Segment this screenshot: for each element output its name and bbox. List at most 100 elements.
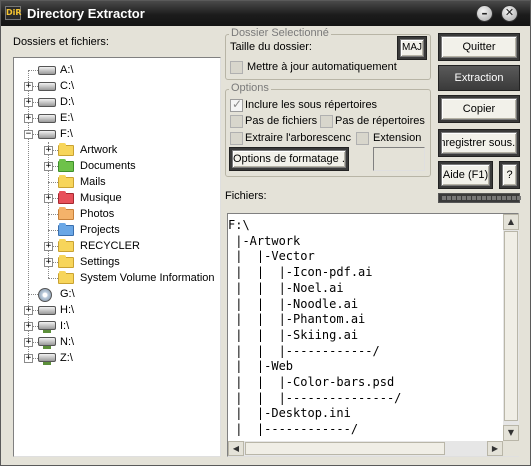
output-scroll-right-button[interactable]: ▶ — [487, 441, 503, 456]
progress-segment — [462, 196, 466, 200]
help-button[interactable]: Aide (F1) — [441, 164, 490, 186]
expand-icon[interactable]: + — [44, 162, 53, 171]
folder-green-icon — [58, 159, 74, 172]
expand-icon[interactable]: + — [24, 114, 33, 123]
extension-checkbox[interactable] — [356, 132, 369, 145]
progress-segment — [492, 196, 496, 200]
tree-item[interactable]: + H:\ — [14, 302, 220, 318]
tree-item-label: N:\ — [60, 336, 75, 348]
tree-item[interactable]: + C:\ — [14, 78, 220, 94]
tree-item[interactable]: + Musique — [14, 190, 220, 206]
tree-item[interactable]: Photos — [14, 206, 220, 222]
folder-yellow-icon — [58, 255, 74, 268]
minimize-button[interactable]: – — [476, 5, 493, 22]
output-hscroll-thumb[interactable] — [245, 442, 445, 455]
tree-item[interactable]: + Artwork — [14, 142, 220, 158]
question-button[interactable]: ? — [502, 164, 517, 186]
progress-segment — [517, 196, 521, 200]
tree-item[interactable]: Mails — [14, 174, 220, 190]
tree-item[interactable]: A:\ — [14, 62, 220, 78]
include-subdirs-checkbox[interactable] — [230, 97, 243, 112]
app-window: DiR Directory Extractor – ✕ Dossiers et … — [0, 0, 531, 466]
collapse-icon[interactable]: − — [24, 130, 33, 139]
quit-button[interactable]: Quitter — [441, 36, 517, 58]
tree-item-label: I:\ — [60, 320, 70, 332]
expand-icon[interactable]: + — [44, 242, 53, 251]
expand-icon[interactable]: + — [44, 258, 53, 267]
title-bar[interactable]: DiR Directory Extractor – ✕ — [1, 1, 530, 26]
app-logo-icon: DiR — [5, 6, 22, 20]
tree-item[interactable]: + I:\ — [14, 318, 220, 334]
progress-segment — [507, 196, 511, 200]
close-button[interactable]: ✕ — [501, 5, 518, 22]
tree-item[interactable]: + N:\ — [14, 334, 220, 350]
output-vertical-scrollbar[interactable]: ▲ ▼ — [503, 214, 519, 441]
expand-icon[interactable]: + — [24, 322, 33, 331]
extension-field[interactable] — [373, 147, 425, 171]
save-as-button[interactable]: Enregistrer sous... — [441, 132, 517, 154]
tree-item-label: Settings — [80, 256, 120, 268]
progress-segment — [452, 196, 456, 200]
progress-segment — [467, 196, 471, 200]
expand-icon[interactable]: + — [24, 98, 33, 107]
tree-item[interactable]: + Documents — [14, 158, 220, 174]
tree-item-label: Artwork — [80, 144, 118, 156]
folder-yellow-icon — [58, 175, 74, 188]
tree-item-label: Musique — [80, 192, 122, 204]
tree-item[interactable]: G:\ — [14, 286, 220, 302]
copy-button[interactable]: Copier — [441, 98, 517, 120]
update-size-button[interactable]: MAJ — [400, 39, 424, 57]
folder-yellow-icon — [58, 143, 74, 156]
tree-item[interactable]: + Z:\ — [14, 350, 220, 366]
files-label: Fichiers: — [225, 190, 267, 202]
tree-item-label: Mails — [80, 176, 106, 188]
tree-item-label: E:\ — [60, 112, 74, 124]
folder-red-icon — [58, 191, 74, 204]
tree-item[interactable]: System Volume Information — [14, 270, 220, 286]
progress-segment — [472, 196, 476, 200]
expand-icon[interactable]: + — [24, 82, 33, 91]
extract-button[interactable]: Extraction — [438, 65, 520, 91]
tree-item[interactable]: Projects — [14, 222, 220, 238]
network-drive-icon — [38, 321, 56, 333]
hard-drive-icon — [38, 306, 56, 315]
tree-item-label: Z:\ — [60, 352, 73, 364]
output-scroll-left-button[interactable]: ◀ — [228, 441, 244, 456]
tree-item[interactable]: + E:\ — [14, 110, 220, 126]
output-scroll-thumb[interactable] — [504, 231, 518, 421]
tree-item[interactable]: + Settings — [14, 254, 220, 270]
progress-segment — [442, 196, 446, 200]
files-output[interactable]: F:\ |-Artwork | |-Vector | | |-Icon-pdf.… — [227, 213, 519, 457]
network-drive-icon — [38, 337, 56, 349]
tree-item-label: G:\ — [60, 288, 75, 300]
no-dirs-checkbox[interactable] — [320, 115, 333, 128]
no-dirs-label: Pas de répertoires — [335, 115, 425, 127]
extension-label: Extension — [373, 132, 422, 144]
tree-item[interactable]: + D:\ — [14, 94, 220, 110]
expand-icon[interactable]: + — [24, 338, 33, 347]
tree-item-label: D:\ — [60, 96, 75, 108]
tree-item-label: Photos — [80, 208, 115, 220]
output-scroll-down-button[interactable]: ▼ — [503, 425, 519, 441]
progress-segment — [482, 196, 486, 200]
folder-tree[interactable]: A:\ + C:\ + D:\ + E:\ − F:\ + Artwork + Documents Mai… — [13, 57, 221, 457]
tree-item-label: System Volume Information — [80, 272, 215, 284]
expand-icon[interactable]: + — [44, 146, 53, 155]
network-drive-icon — [38, 353, 56, 365]
auto-update-checkbox[interactable] — [230, 61, 243, 74]
tree-item-label: F:\ — [60, 128, 73, 140]
no-files-checkbox[interactable] — [230, 115, 243, 128]
output-scroll-up-button[interactable]: ▲ — [503, 214, 519, 230]
tree-item-label: A:\ — [60, 64, 74, 76]
tree-item[interactable]: − F:\ — [14, 126, 220, 142]
format-options-button[interactable]: Options de formatage ... — [232, 150, 346, 168]
extract-tree-checkbox[interactable] — [230, 132, 243, 145]
extract-tree-label: Extraire l'arborescence — [245, 132, 351, 144]
tree-item[interactable]: + RECYCLER — [14, 238, 220, 254]
expand-icon[interactable]: + — [44, 194, 53, 203]
output-scroll-corner — [503, 441, 519, 456]
expand-icon[interactable]: + — [24, 354, 33, 363]
output-horizontal-scrollbar[interactable]: ◀ ▶ — [228, 441, 503, 456]
expand-icon[interactable]: + — [24, 306, 33, 315]
progress-segment — [512, 196, 516, 200]
